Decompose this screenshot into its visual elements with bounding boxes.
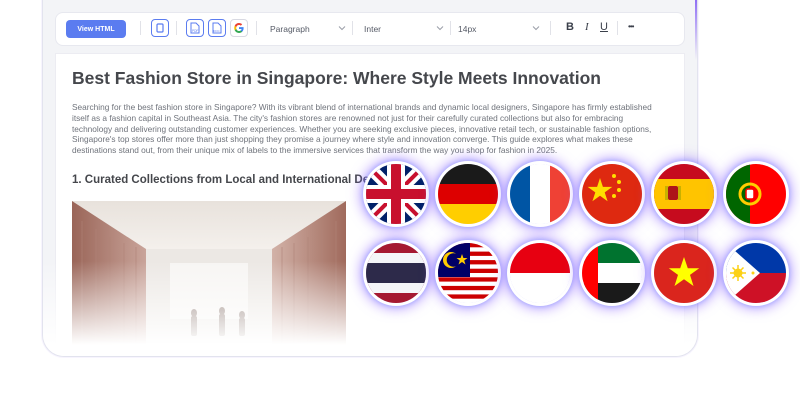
china-flag-icon[interactable] xyxy=(582,164,642,224)
portugal-flag-icon[interactable] xyxy=(726,164,786,224)
store-interior-image xyxy=(72,201,346,356)
underline-button[interactable]: U xyxy=(600,21,608,33)
thailand-flag-icon[interactable] xyxy=(366,243,426,303)
spain-flag-icon[interactable] xyxy=(654,164,714,224)
copy-icon[interactable] xyxy=(151,19,169,37)
malaysia-flag-icon[interactable] xyxy=(438,243,498,303)
italic-button[interactable]: I xyxy=(585,21,589,33)
toolbar-divider xyxy=(352,21,353,35)
block-format-select[interactable]: Paragraph xyxy=(270,21,346,37)
view-html-button[interactable]: View HTML xyxy=(66,20,126,38)
france-flag-icon[interactable] xyxy=(510,164,570,224)
indonesia-flag-icon[interactable] xyxy=(510,243,570,303)
intro-paragraph: Searching for the best fashion store in … xyxy=(72,102,652,156)
toolbar-divider xyxy=(450,21,451,35)
editor-toolbar: View HTML PDF DOC Paragraph Inter 14px B… xyxy=(55,12,685,46)
germany-flag-icon[interactable] xyxy=(438,164,498,224)
pdf-icon[interactable]: PDF xyxy=(186,19,204,37)
chevron-down-icon xyxy=(532,26,540,31)
svg-text:DOC: DOC xyxy=(213,29,219,33)
toolbar-divider xyxy=(176,21,177,35)
docx-icon[interactable]: DOC xyxy=(208,19,226,37)
font-size-value: 14px xyxy=(458,24,477,34)
uk-flag-icon[interactable] xyxy=(366,164,426,224)
google-docs-icon[interactable] xyxy=(230,19,248,37)
section-heading: 1. Curated Collections from Local and In… xyxy=(72,174,411,186)
bold-button[interactable]: B xyxy=(566,21,574,33)
toolbar-divider xyxy=(140,21,141,35)
font-family-value: Inter xyxy=(364,24,382,34)
philippines-flag-icon[interactable] xyxy=(726,243,786,303)
font-size-select[interactable]: 14px xyxy=(458,21,540,37)
block-format-value: Paragraph xyxy=(270,24,310,34)
vietnam-flag-icon[interactable] xyxy=(654,243,714,303)
toolbar-divider xyxy=(550,21,551,35)
more-options-button[interactable]: ••• xyxy=(628,22,634,31)
toolbar-divider xyxy=(617,21,618,35)
page-title: Best Fashion Store in Singapore: Where S… xyxy=(72,68,601,88)
chevron-down-icon xyxy=(436,26,444,31)
svg-text:PDF: PDF xyxy=(192,29,198,33)
font-family-select[interactable]: Inter xyxy=(364,21,444,37)
uae-flag-icon[interactable] xyxy=(582,243,642,303)
toolbar-divider xyxy=(256,21,257,35)
chevron-down-icon xyxy=(338,26,346,31)
